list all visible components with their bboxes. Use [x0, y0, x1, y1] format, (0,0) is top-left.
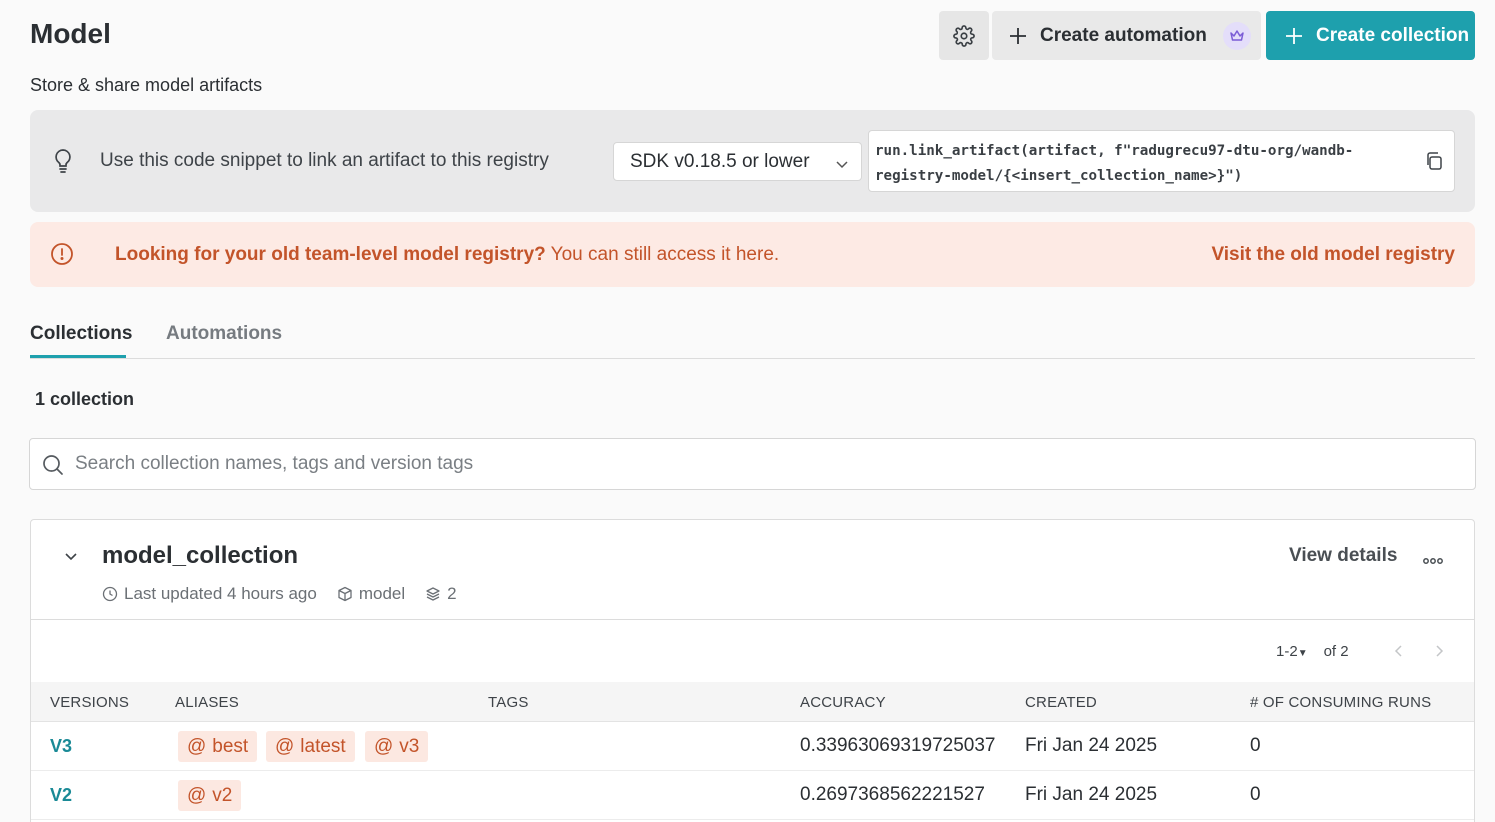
page-title: Model — [30, 18, 111, 49]
collection-count: 1 collection — [35, 389, 135, 409]
banner-message-bold: Looking for your old team-level model re… — [115, 244, 546, 265]
create-collection-label: Create collection — [1316, 24, 1470, 46]
table-row[interactable]: V2 @ v2 0.2697368562221527 Fri Jan 24 202… — [31, 771, 1474, 820]
search-icon — [42, 454, 64, 481]
alias-label: best — [212, 735, 249, 757]
code-snippet[interactable]: run.link_artifact(artifact, f"radugrecu9… — [868, 130, 1455, 192]
page-size-select[interactable]: 1-2▼ — [1276, 643, 1308, 660]
chevron-left-icon[interactable] — [1391, 643, 1407, 664]
version-link[interactable]: V2 — [50, 785, 72, 806]
consuming-runs-value: 0 — [1250, 784, 1261, 805]
version-link[interactable]: V3 — [50, 736, 72, 757]
visit-old-registry-link[interactable]: Visit the old model registry — [1211, 244, 1455, 266]
accuracy-value: 0.33963069319725037 — [800, 735, 996, 756]
artifact-type: model — [337, 584, 405, 604]
pagination: 1-2▼ of 2 — [1276, 643, 1349, 660]
snippet-description: Use this code snippet to link an artifac… — [100, 150, 549, 171]
gear-icon — [953, 24, 975, 47]
versions-count-text: 2 — [447, 584, 457, 603]
create-automation-button[interactable]: Create automation — [992, 11, 1261, 60]
page-subtitle: Store & share model artifacts — [30, 75, 263, 95]
table-header: VERSIONS ALIASES TAGS ACCURACY CREATED #… — [31, 682, 1474, 722]
versions-count: 2 — [425, 584, 457, 604]
create-automation-label: Create automation — [1040, 24, 1207, 46]
consuming-runs-value: 0 — [1250, 735, 1261, 756]
column-header-accuracy[interactable]: ACCURACY — [800, 694, 886, 711]
column-header-versions[interactable]: VERSIONS — [50, 694, 129, 711]
alias-label: v2 — [212, 784, 233, 806]
more-options-icon[interactable] — [1423, 552, 1443, 570]
plus-icon — [1008, 26, 1028, 46]
plus-icon — [1284, 26, 1304, 46]
collection-meta: Last updated 4 hours ago model 2 — [102, 584, 477, 604]
column-header-aliases[interactable]: ALIASES — [175, 694, 239, 711]
at-icon: @ — [187, 784, 207, 806]
tab-collections[interactable]: Collections — [30, 323, 132, 345]
clock-icon — [102, 586, 118, 602]
alias-tag[interactable]: @ latest — [266, 731, 355, 762]
at-icon: @ — [374, 735, 394, 757]
created-value: Fri Jan 24 2025 — [1025, 784, 1158, 805]
tab-automations[interactable]: Automations — [166, 323, 282, 345]
search-box — [29, 438, 1476, 490]
alias-tag[interactable]: @ best — [178, 731, 258, 762]
chevron-down-icon — [835, 155, 849, 177]
legacy-registry-banner: Looking for your old team-level model re… — [30, 222, 1475, 287]
alert-circle-icon — [50, 242, 74, 271]
layers-icon — [426, 587, 440, 601]
cube-icon — [338, 586, 352, 602]
settings-button[interactable] — [939, 11, 989, 60]
table-row[interactable]: V3 @ best @ latest @ v3 0.33963069319725037… — [31, 722, 1474, 771]
last-updated: Last updated 4 hours ago — [102, 584, 317, 604]
sdk-version-select[interactable]: SDK v0.18.5 or lower — [613, 142, 862, 181]
alias-tag[interactable]: @ v3 — [365, 731, 429, 762]
column-header-tags[interactable]: TAGS — [488, 694, 529, 711]
card-divider — [31, 619, 1474, 620]
collection-name[interactable]: model_collection — [102, 542, 298, 570]
at-icon: @ — [187, 735, 207, 757]
accuracy-value: 0.2697368562221527 — [800, 784, 985, 805]
caret-down-icon: ▼ — [1297, 648, 1308, 659]
at-icon: @ — [275, 735, 295, 757]
copy-icon[interactable] — [1424, 151, 1444, 176]
create-collection-button[interactable]: Create collection — [1266, 11, 1475, 60]
alias-tag[interactable]: @ v2 — [178, 780, 242, 811]
artifact-type-text: model — [358, 584, 406, 603]
chevron-down-icon[interactable] — [63, 548, 79, 569]
sdk-version-value: SDK v0.18.5 or lower — [630, 150, 810, 172]
crown-icon — [1222, 21, 1251, 50]
page-range: 1-2 — [1276, 643, 1298, 660]
banner-message: Looking for your old team-level model re… — [115, 244, 779, 266]
collection-card: model_collection Last updated 4 hours ag… — [30, 519, 1475, 822]
alias-label: latest — [300, 735, 346, 757]
search-input[interactable] — [75, 451, 1455, 477]
column-header-consuming-runs[interactable]: # OF CONSUMING RUNS — [1250, 694, 1431, 711]
lightbulb-icon — [52, 148, 74, 179]
alias-label: v3 — [399, 735, 420, 757]
last-updated-text: Last updated 4 hours ago — [124, 584, 317, 603]
code-snippet-panel: Use this code snippet to link an artifac… — [30, 110, 1475, 212]
tabs-divider — [30, 358, 1475, 359]
column-header-created[interactable]: CREATED — [1025, 694, 1097, 711]
view-details-button[interactable]: View details — [1289, 545, 1397, 567]
page-total: of 2 — [1323, 643, 1349, 660]
created-value: Fri Jan 24 2025 — [1025, 735, 1158, 756]
banner-message-text: You can still access it here. — [545, 244, 780, 265]
chevron-right-icon[interactable] — [1431, 643, 1447, 664]
